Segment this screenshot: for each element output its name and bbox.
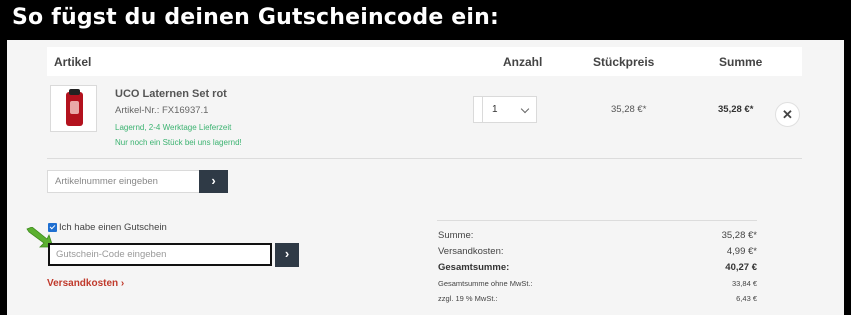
summary-label: Gesamtsumme ohne MwSt.: xyxy=(438,279,533,288)
unit-price: 35,28 €* xyxy=(611,104,647,115)
voucher-code-input[interactable]: Gutschein-Code eingeben xyxy=(48,243,272,266)
header-quantity: Anzahl xyxy=(503,55,543,69)
voucher-checkbox-label[interactable]: Ich habe einen Gutschein xyxy=(59,222,167,233)
summary-divider xyxy=(437,220,757,221)
banner-title: So fügst du deinen Gutscheincode ein: xyxy=(12,5,500,30)
product-article-number: Artikel-Nr.: FX16937.1 xyxy=(115,105,209,116)
summary-value: 4,99 €* xyxy=(726,246,757,257)
article-number-input[interactable]: Artikelnummer eingeben xyxy=(47,170,199,193)
product-name[interactable]: UCO Laternen Set rot xyxy=(115,88,227,100)
product-thumbnail[interactable] xyxy=(50,85,97,132)
quantity-select[interactable]: 1 xyxy=(482,96,537,123)
cart-table-header: Artikel Anzahl Stückpreis Summe xyxy=(47,47,802,76)
line-total: 35,28 €* xyxy=(718,104,754,115)
summary-label: Gesamtsumme: xyxy=(438,262,510,273)
summary-label: Versandkosten: xyxy=(438,246,504,257)
summary-value: 40,27 € xyxy=(725,262,757,273)
summary-label: zzgl. 19 % MwSt.: xyxy=(438,294,498,303)
quantity-edge xyxy=(473,96,482,123)
close-icon: ✕ xyxy=(782,107,793,122)
stock-status: Lagernd, 2-4 Werktage Lieferzeit xyxy=(115,123,232,132)
summary-value: 33,84 € xyxy=(731,279,757,288)
article-add-button[interactable]: › xyxy=(199,170,228,193)
instruction-banner: So fügst du deinen Gutscheincode ein: xyxy=(0,0,851,40)
shipping-costs-link[interactable]: Versandkosten › xyxy=(47,278,124,289)
lantern-image xyxy=(66,89,83,126)
cart-panel: Artikel Anzahl Stückpreis Summe UCO Late… xyxy=(7,40,844,315)
header-unit-price: Stückpreis xyxy=(593,55,655,69)
quantity-value: 1 xyxy=(492,104,498,115)
summary-value: 6,43 € xyxy=(736,294,757,303)
voucher-submit-button[interactable]: › xyxy=(275,243,299,267)
header-article: Artikel xyxy=(54,55,92,69)
header-total: Summe xyxy=(719,55,763,69)
row-divider xyxy=(47,158,802,159)
summary-label: Summe: xyxy=(438,230,474,241)
remove-item-button[interactable]: ✕ xyxy=(775,102,800,127)
chevron-right-icon: › xyxy=(284,246,290,261)
chevron-right-icon: › xyxy=(211,173,216,188)
chevron-down-icon xyxy=(520,104,530,114)
summary-value: 35,28 €* xyxy=(721,230,757,241)
last-item-note: Nur noch ein Stück bei uns lagernd! xyxy=(115,138,242,147)
